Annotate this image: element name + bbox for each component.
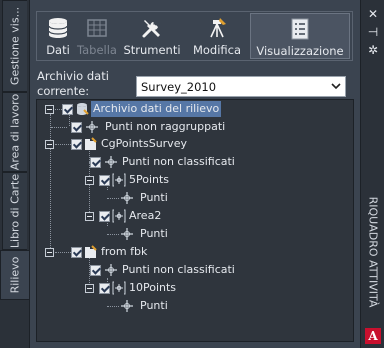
visibility-checkbox[interactable] <box>71 247 82 258</box>
archive-select[interactable]: Survey_2010 <box>136 76 346 97</box>
point-icon <box>121 228 133 240</box>
properties-icon[interactable]: ✲ <box>365 42 381 58</box>
chevron-down-icon <box>331 83 341 90</box>
visibility-checkbox[interactable] <box>90 265 101 276</box>
point-icon <box>121 300 133 312</box>
visibility-checkbox[interactable] <box>90 157 101 168</box>
point-icon <box>86 121 98 133</box>
point-icon <box>105 156 117 168</box>
auto-hide-icon[interactable]: ⊣ <box>365 24 381 40</box>
visibility-checkbox[interactable] <box>99 211 110 222</box>
visibility-checkbox[interactable] <box>99 283 110 294</box>
palette-tab-strip: Gestione vis... Area di lavoro Libro di … <box>0 0 29 348</box>
collapse-icon[interactable] <box>45 105 54 114</box>
palette-title-bar: ✕ ⊣ ✲ RIQUADRO ATTIVITÀ A <box>360 0 384 348</box>
tab-gestione-visualizzazione[interactable]: Gestione vis... <box>2 0 27 92</box>
collapse-icon[interactable] <box>85 212 94 221</box>
edit-survey-icon <box>210 18 226 38</box>
collapse-icon[interactable] <box>85 284 94 293</box>
visibility-checkbox[interactable] <box>62 104 73 115</box>
tab-area-di-lavoro[interactable]: Area di lavoro <box>2 92 27 172</box>
tab-rilievo[interactable]: Rilievo <box>0 250 29 300</box>
survey-database-icon <box>77 103 89 115</box>
close-icon[interactable]: ✕ <box>365 6 381 22</box>
point-group-icon <box>112 209 126 223</box>
collapse-icon[interactable] <box>85 176 94 185</box>
tabella-button[interactable]: Tabella <box>77 13 117 59</box>
tools-icon <box>142 20 160 38</box>
autodesk-logo[interactable]: A <box>365 328 381 344</box>
survey-tree: Archivio dati del rilievo Punti non ragg… <box>36 99 354 342</box>
visualizzazione-button[interactable]: Visualizzazione <box>250 13 350 59</box>
point-icon <box>121 192 133 204</box>
list-view-icon <box>291 18 309 40</box>
visibility-checkbox[interactable] <box>71 139 82 150</box>
tab-libro-di-carte[interactable]: Libro di Carte <box>2 172 27 250</box>
collapse-icon[interactable] <box>45 140 54 149</box>
toolbar: Dati Tabella Strumenti Modifica Visualiz… <box>36 11 353 61</box>
point-group-icon <box>112 281 126 295</box>
table-icon <box>87 19 107 37</box>
dati-button[interactable]: Dati <box>41 13 75 59</box>
collapse-icon[interactable] <box>45 248 54 257</box>
archive-label: Archivio dati corrente: <box>37 69 109 98</box>
survey-folder-icon <box>85 137 97 150</box>
survey-folder-icon <box>85 245 97 258</box>
survey-panel: Dati Tabella Strumenti Modifica Visualiz… <box>29 0 360 348</box>
database-icon <box>48 18 68 38</box>
visibility-checkbox[interactable] <box>99 175 110 186</box>
point-group-icon <box>112 173 126 187</box>
point-icon <box>105 264 117 276</box>
visibility-checkbox[interactable] <box>71 122 82 133</box>
palette-title: RIQUADRO ATTIVITÀ <box>366 196 380 308</box>
strumenti-button[interactable]: Strumenti <box>120 13 184 59</box>
modifica-button[interactable]: Modifica <box>187 13 247 59</box>
